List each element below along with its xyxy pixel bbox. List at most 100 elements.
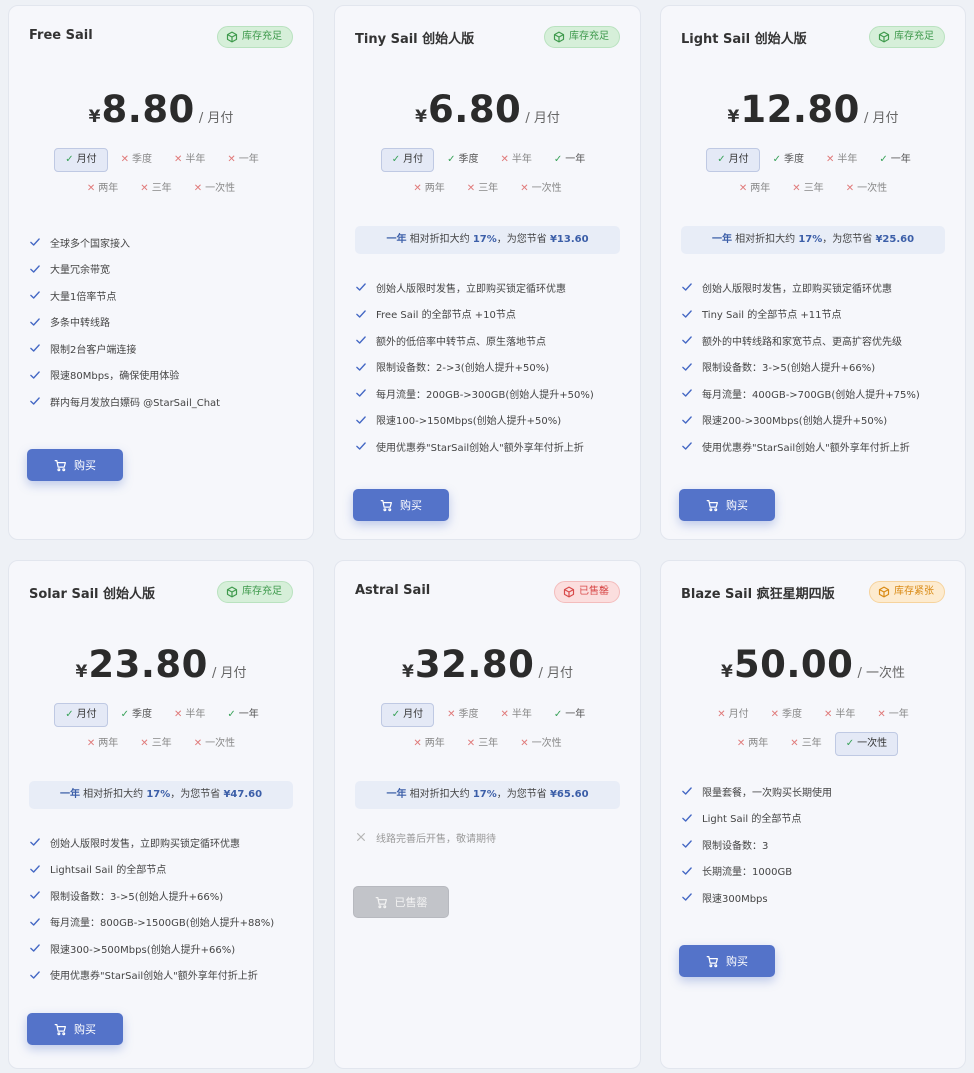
period-option: ✕ 季度 [438, 703, 487, 727]
saving-period: 一年 [711, 234, 732, 245]
feature-item: Tiny Sail 的全部节点 +11节点 [681, 301, 951, 328]
period-option: ✕ 半年 [165, 703, 214, 727]
period-label: 一次性 [857, 183, 888, 194]
period-label: 一次性 [857, 738, 888, 749]
period-label: 月付 [728, 709, 749, 720]
period-option[interactable]: ✓ 月付 [380, 148, 435, 172]
check-icon [681, 812, 693, 824]
check-icon [355, 387, 367, 399]
period-option: ✕ 一年 [868, 703, 917, 727]
feature-text: 使用优惠券"StarSail创始人"额外享年付折上折 [376, 442, 584, 454]
buy-button[interactable]: 购买 [27, 1013, 123, 1045]
check-icon: ✓ [553, 709, 563, 720]
buy-button[interactable]: 购买 [679, 945, 775, 977]
period-row: ✓ 月付 ✓ 季度 ✕ 半年 ✓ 一年 [355, 148, 620, 172]
period-option: ✕ 季度 [762, 703, 811, 727]
saving-text: 相对折扣大约 [409, 234, 470, 245]
check-icon: ✓ [120, 709, 129, 720]
cross-icon: ✕ [413, 183, 422, 194]
period-option: ✕ 三年 [458, 177, 507, 201]
period-label: 季度 [132, 709, 152, 720]
period-option[interactable]: ✓ 月付 [54, 148, 108, 172]
period-row: ✕ 月付 ✕ 季度 ✕ 半年 ✕ 一年 [681, 703, 945, 727]
check-icon: ✓ [553, 154, 563, 165]
cross-icon: ✕ [500, 154, 509, 165]
price-display: ¥12.80/ 月付 [661, 88, 965, 131]
stock-badge: 库存充足 [217, 26, 293, 48]
plan-card: Free Sail 库存充足 ¥8.80/ 月付 ✓ 月付 ✕ 季度 ✕ 半年 ✕ 一年 ✕ 两年 ✕ 三年… [8, 5, 314, 540]
period-label: 季度 [458, 154, 479, 165]
period-option[interactable]: ✓ 一年 [870, 148, 919, 172]
cross-icon: ✕ [824, 709, 833, 720]
check-icon [355, 334, 367, 346]
feature-list: 限量套餐，一次购买长期使用 Light Sail 的全部节点 限制设备数：3 长期流量… [681, 778, 951, 911]
buy-button[interactable]: 购买 [353, 489, 449, 521]
period-row: ✓ 月付 ✕ 季度 ✕ 半年 ✕ 一年 [29, 148, 293, 172]
period-label: 半年 [511, 154, 532, 165]
cross-icon: ✕ [500, 709, 509, 720]
currency-symbol: ¥ [727, 107, 740, 127]
cross-icon: ✕ [447, 709, 456, 720]
cross-icon: ✕ [174, 709, 183, 720]
feature-list: 创始人版限时发售，立即购买锁定循环优惠 Tiny Sail 的全部节点 +11节点… [681, 274, 951, 460]
feature-item: 限制设备数：2->3(创始人提升+50%) [355, 354, 626, 381]
period-option: ✕ 三年 [458, 732, 507, 756]
period-label: 三年 [151, 738, 172, 749]
period-row: ✕ 两年 ✕ 三年 ✕ 一次性 [29, 732, 293, 756]
sold-out-button: 已售罄 [353, 886, 449, 918]
check-icon [681, 440, 693, 452]
cross-icon: ✕ [120, 154, 129, 165]
saving-text-2: ，为您节省 [170, 789, 221, 800]
period-option: ✕ 半年 [817, 148, 866, 172]
period-option[interactable]: ✓ 一年 [545, 703, 594, 727]
period-option[interactable]: ✓ 月付 [706, 148, 760, 172]
price-amount: 23.80 [88, 643, 208, 686]
saving-text: 相对折扣大约 [735, 234, 796, 245]
cross-icon: ✕ [826, 154, 835, 165]
check-icon [29, 236, 41, 248]
check-icon [681, 414, 693, 426]
feature-text: 使用优惠券"StarSail创始人"额外享年付折上折 [50, 971, 258, 983]
buy-button[interactable]: 购买 [27, 449, 123, 481]
buy-button[interactable]: 购买 [679, 489, 775, 521]
period-option[interactable]: ✓ 月付 [380, 703, 435, 727]
saving-amount: ¥13.60 [549, 234, 589, 245]
feature-text: 多条中转线路 [50, 318, 110, 330]
check-icon [355, 440, 367, 452]
feature-text: 创始人版限时发售，立即购买锁定循环优惠 [702, 283, 892, 295]
period-option[interactable]: ✓ 季度 [764, 148, 813, 172]
cart-icon [380, 499, 393, 512]
feature-text: 限制设备数：3->5(创始人提升+66%) [50, 891, 224, 903]
period-label: 两年 [424, 738, 445, 749]
period-row: ✕ 两年 ✕ 三年 ✕ 一次性 [29, 177, 293, 201]
button-label: 购买 [74, 1023, 96, 1036]
period-option[interactable]: ✓ 季度 [112, 703, 161, 727]
period-option[interactable]: ✓ 一年 [218, 703, 267, 727]
period-option[interactable]: ✓ 季度 [438, 148, 487, 172]
feature-list: 全球多个国家接入 大量冗余带宽 大量1倍率节点 多条中转线路 限制2台客户端连接 限速80… [29, 229, 299, 415]
period-label: 一年 [238, 154, 259, 165]
period-option: ✕ 三年 [783, 177, 832, 201]
period-row: ✕ 两年 ✕ 三年 ✕ 一次性 [681, 177, 945, 201]
period-option[interactable]: ✓ 一次性 [834, 732, 899, 756]
feature-item: 多条中转线路 [29, 309, 299, 336]
period-label: 月付 [403, 709, 424, 720]
cross-icon: ✕ [738, 183, 748, 194]
saving-text-2: ，为您节省 [822, 234, 873, 245]
period-row: ✕ 两年 ✕ 三年 ✓ 一次性 [681, 732, 945, 756]
check-icon [355, 281, 367, 293]
period-label: 半年 [835, 709, 856, 720]
check-icon [681, 308, 693, 320]
cross-icon: ✕ [413, 738, 422, 749]
feature-item: 线路完善后开售，敬请期待 [355, 824, 626, 851]
period-label: 三年 [801, 738, 822, 749]
period-option: ✕ 半年 [492, 148, 541, 172]
feature-text: Lightsail Sail 的全部节点 [50, 865, 167, 877]
period-label: 一年 [888, 709, 909, 720]
saving-amount: ¥25.60 [875, 234, 915, 245]
period-option[interactable]: ✓ 一年 [545, 148, 594, 172]
feature-item: 群内每月发放白嫖码 @StarSail_Chat [29, 388, 299, 415]
feature-text: 限速80Mbps，确保使用体验 [50, 371, 180, 383]
cube-icon [553, 31, 565, 43]
period-option[interactable]: ✓ 月付 [54, 703, 108, 727]
